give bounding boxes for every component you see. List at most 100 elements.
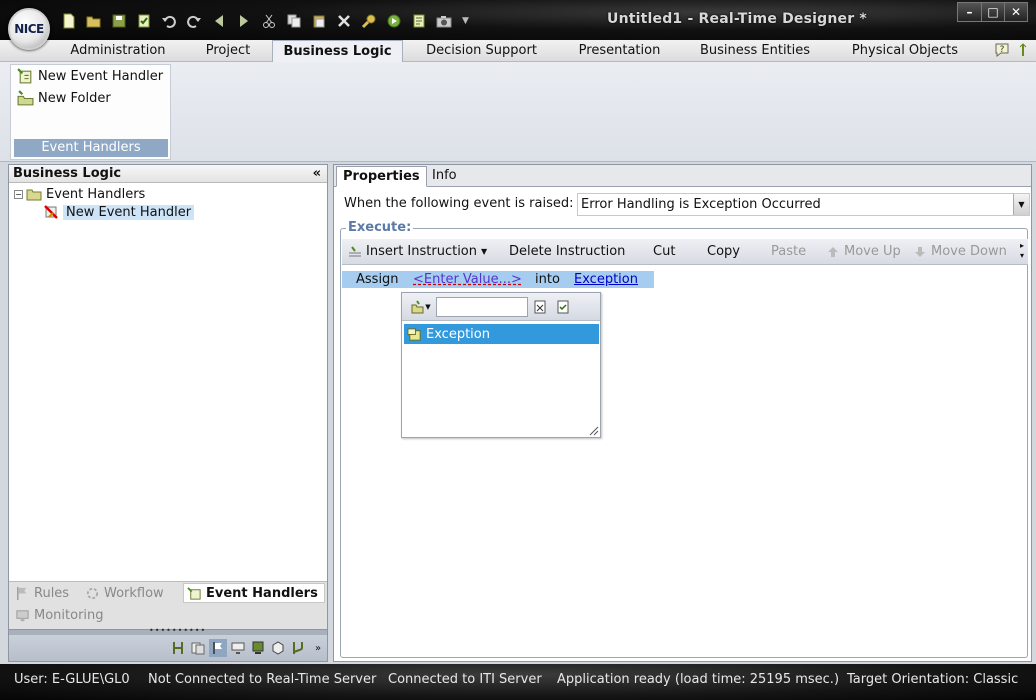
copy-icon[interactable] xyxy=(283,11,304,31)
tab-properties[interactable]: Properties xyxy=(336,166,427,187)
nav-event-handlers[interactable]: Event Handlers xyxy=(183,583,325,603)
delete-instruction-label: Delete Instruction xyxy=(509,244,626,259)
nav-monitoring-label: Monitoring xyxy=(34,607,104,623)
mini-more-icon[interactable]: » xyxy=(309,639,327,657)
undo-icon[interactable] xyxy=(158,11,179,31)
move-down-icon xyxy=(915,246,925,257)
tab-physical-objects[interactable]: Physical Objects xyxy=(846,40,964,62)
maximize-icon[interactable]: □ xyxy=(981,3,1004,21)
help-area: ? xyxy=(994,42,1028,62)
app-logo[interactable]: NICE xyxy=(8,8,50,50)
monitoring-icon xyxy=(16,609,29,621)
mini-branch-icon[interactable] xyxy=(289,639,307,657)
status-rt-server: Not Connected to Real-Time Server xyxy=(148,672,377,687)
find-icon[interactable] xyxy=(358,11,379,31)
workspace: Business Logic « − Event Handlers New Ev… xyxy=(0,162,1036,664)
assign-instruction-row[interactable]: Assign <Enter Value...> into Exception xyxy=(342,271,654,288)
back-icon[interactable] xyxy=(208,11,229,31)
nav-workflow-label: Workflow xyxy=(104,585,164,601)
delete-instruction-button[interactable]: Delete Instruction xyxy=(509,244,625,259)
move-up-label: Move Up xyxy=(844,244,901,259)
mini-connect-icon[interactable] xyxy=(169,639,187,657)
event-select-value: Error Handling is Exception Occurred xyxy=(581,197,821,212)
script-icon[interactable] xyxy=(408,11,429,31)
toolbar-overflow-icon[interactable]: ▸ ▾ xyxy=(1020,241,1024,261)
tab-info[interactable]: Info xyxy=(426,166,463,187)
tree-item-event-handlers[interactable]: − Event Handlers xyxy=(9,185,327,203)
cut-button[interactable]: Cut xyxy=(653,244,675,259)
tree-expander-icon[interactable]: − xyxy=(14,189,23,199)
move-down-button[interactable]: Move Down xyxy=(913,244,1007,259)
copy-button[interactable]: Copy xyxy=(707,244,740,259)
wizard-icon[interactable] xyxy=(1018,42,1028,62)
redo-icon[interactable] xyxy=(183,11,204,31)
panel-header: Business Logic « xyxy=(9,165,327,183)
mini-monitor-icon[interactable] xyxy=(229,639,247,657)
new-folder-icon xyxy=(17,89,34,105)
nav-workflow[interactable]: Workflow xyxy=(85,583,164,603)
picker-toolbar: ▼ xyxy=(402,293,600,321)
picker-open-button[interactable]: ▼ xyxy=(408,298,434,316)
status-app: Application ready (load time: 25195 msec… xyxy=(557,672,840,687)
picker-search-input[interactable] xyxy=(436,297,528,317)
help-icon[interactable]: ? xyxy=(994,42,1010,62)
picker-clear-button[interactable] xyxy=(531,298,549,316)
collapse-panel-icon[interactable]: « xyxy=(313,165,321,183)
minimize-icon[interactable]: – xyxy=(958,3,981,21)
event-handler-error-icon xyxy=(44,205,58,219)
tab-project[interactable]: Project xyxy=(186,40,270,62)
customize-toolbar-chevron-icon[interactable]: ▼ xyxy=(462,16,469,26)
business-logic-panel: Business Logic « − Event Handlers New Ev… xyxy=(8,164,328,662)
tab-decision-support[interactable]: Decision Support xyxy=(418,40,545,62)
enter-value-link[interactable]: <Enter Value...> xyxy=(413,271,522,288)
forward-icon[interactable] xyxy=(233,11,254,31)
delete-icon[interactable] xyxy=(333,11,354,31)
save-icon[interactable] xyxy=(108,11,129,31)
nav-rules[interactable]: Rules xyxy=(15,583,69,603)
copy-label: Copy xyxy=(707,244,740,259)
cut-icon[interactable] xyxy=(258,11,279,31)
nav-event-handlers-label: Event Handlers xyxy=(206,585,318,601)
mini-pages-icon[interactable] xyxy=(189,639,207,657)
title-bar: ▼ Untitled1 - Real-Time Designer * – □ ✕ xyxy=(0,0,1036,40)
window-title: Untitled1 - Real-Time Designer * xyxy=(607,11,867,27)
new-folder-button[interactable]: New Folder xyxy=(11,87,170,109)
insert-instruction-button[interactable]: Insert Instruction ▼ xyxy=(348,244,487,259)
new-icon[interactable] xyxy=(58,11,79,31)
panel-title: Business Logic xyxy=(13,166,122,181)
nav-monitoring[interactable]: Monitoring xyxy=(15,605,104,625)
folder-icon xyxy=(26,189,42,201)
camera-icon[interactable] xyxy=(433,11,454,31)
tab-presentation[interactable]: Presentation xyxy=(570,40,669,62)
paste-icon[interactable] xyxy=(308,11,329,31)
new-event-handler-button[interactable]: New Event Handler xyxy=(11,65,170,87)
run-icon[interactable] xyxy=(383,11,404,31)
status-iti-server: Connected to ITI Server xyxy=(388,672,542,687)
event-tree: − Event Handlers New Event Handler xyxy=(9,183,327,221)
picker-chevron-icon: ▼ xyxy=(425,303,431,311)
cut-label: Cut xyxy=(653,244,676,259)
move-up-button[interactable]: Move Up xyxy=(826,244,901,259)
new-event-handler-icon xyxy=(17,67,32,83)
paste-button[interactable]: Paste xyxy=(771,244,806,259)
tab-administration[interactable]: Administration xyxy=(62,40,174,62)
close-icon[interactable]: ✕ xyxy=(1004,3,1027,21)
picker-item-exception[interactable]: Exception xyxy=(404,324,599,344)
dropdown-arrow-icon[interactable]: ▼ xyxy=(1013,194,1029,215)
target-link[interactable]: Exception xyxy=(574,271,638,288)
mini-screen-icon[interactable] xyxy=(249,639,267,657)
ribbon-tabs: Administration Project Business Logic De… xyxy=(0,40,1036,63)
resize-grip-icon[interactable] xyxy=(589,426,599,436)
mini-cube-icon[interactable] xyxy=(269,639,287,657)
picker-confirm-button[interactable] xyxy=(554,298,572,316)
into-keyword: into xyxy=(535,272,560,287)
flag-icon xyxy=(17,586,27,600)
check-icon[interactable] xyxy=(133,11,154,31)
tab-business-entities[interactable]: Business Entities xyxy=(693,40,817,62)
execute-label: Execute: xyxy=(346,220,414,235)
event-select[interactable]: Error Handling is Exception Occurred ▼ xyxy=(577,193,1030,216)
mini-flag-icon[interactable] xyxy=(209,639,227,657)
open-icon[interactable] xyxy=(83,11,104,31)
tree-item-new-event-handler[interactable]: New Event Handler xyxy=(9,203,327,221)
tab-business-logic[interactable]: Business Logic xyxy=(272,40,403,63)
